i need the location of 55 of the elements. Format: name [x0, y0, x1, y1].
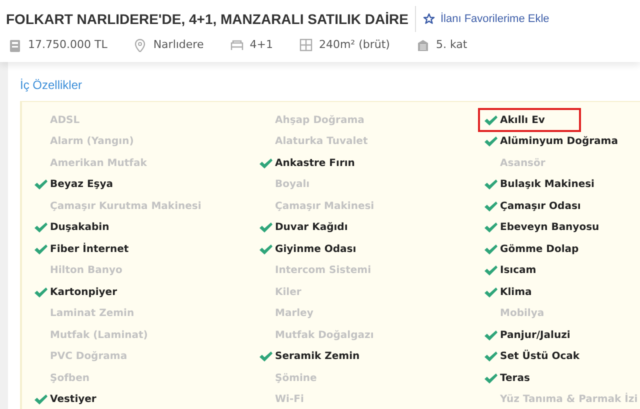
meta-value: 240m² (brüt) [318, 37, 390, 53]
feature-label: Klima [500, 286, 532, 300]
feature-label: Mobilya [500, 307, 544, 322]
feature-label: Seramik Zemin [275, 350, 360, 364]
feature-label: Teras [500, 372, 530, 386]
feature-label: Kartonpiyer [50, 286, 118, 300]
meta-value: 4+1 [250, 37, 273, 53]
feature-label: Ankastre Fırın [275, 156, 355, 171]
feature-label: Amerikan Mutfak [50, 156, 147, 171]
feature-label: Çamaşır Kurutma Makinesi [50, 200, 202, 214]
add-to-favorites-link[interactable]: İlanı Favorilerime Ekle [423, 10, 550, 28]
feature-label: Çamaşır Odası [500, 200, 581, 214]
feature-label: Mutfak (Laminat) [50, 328, 148, 343]
feature-label: Intercom Sistemi [275, 264, 372, 278]
feature-label: Ebeveyn Banyosu [500, 221, 600, 236]
listing-title: FOLKART NARLIDERE'DE, 4+1, MANZARALI SATILIK DAİRE [6, 10, 408, 28]
feature-label: PVC Doğrama [50, 350, 128, 364]
bed-icon [230, 38, 244, 52]
feature-label: Laminat Zemin [50, 307, 134, 322]
feature-label: Yüz Tanıma & Parmak İzi [500, 392, 638, 408]
feature-label: Gömme Dolap [500, 242, 579, 257]
feature-label: Panjur/Jaluzi [500, 328, 570, 343]
feature-label: Duvar Kağıdı [275, 221, 348, 236]
meta-value: Narlıdere [153, 37, 204, 53]
feature-label: Alüminyum Doğrama [500, 135, 618, 150]
feature-label: Kiler [275, 286, 302, 300]
feature-label: Wi-Fi [275, 393, 304, 408]
feature-label: Hilton Banyo [50, 264, 122, 278]
building-icon [416, 38, 430, 52]
feature-label: ADSL [50, 114, 80, 128]
feature-label: Alaturka Tuvalet [275, 135, 368, 150]
feature-label: Fiber İnternet [50, 242, 129, 257]
section-title: İç Özellikler [20, 76, 84, 94]
meta-value: 17.750.000 TL [28, 37, 108, 53]
feature-label: Şofben [50, 372, 90, 386]
feature-label: Marley [275, 307, 314, 322]
feature-label: Giyinme Odası [275, 242, 356, 257]
floor-plan-icon [298, 38, 313, 52]
feature-label: Akıllı Ev [500, 114, 545, 128]
feature-label: Boyalı [275, 178, 310, 192]
feature-label: Şömine [275, 372, 317, 386]
feature-label: Isıcam [500, 264, 536, 278]
feature-label: Çamaşır Makinesi [275, 200, 374, 214]
feature-label: Vestiyer [50, 393, 96, 408]
feature-label: Bulaşık Makinesi [500, 178, 594, 192]
meta-value: 5. kat [436, 37, 468, 53]
feature-label: Alarm (Yangın) [50, 135, 134, 150]
star-icon [423, 13, 436, 25]
feature-label: Ahşap Doğrama [275, 114, 364, 128]
feature-label: Mutfak Doğalgazı [275, 328, 374, 343]
map-pin-icon [133, 38, 148, 52]
feature-label: Set Üstü Ocak [500, 349, 580, 364]
feature-label: Duşakabin [50, 221, 110, 236]
feature-label: Asansör [500, 156, 546, 171]
feature-label: Beyaz Eşya [50, 178, 114, 192]
